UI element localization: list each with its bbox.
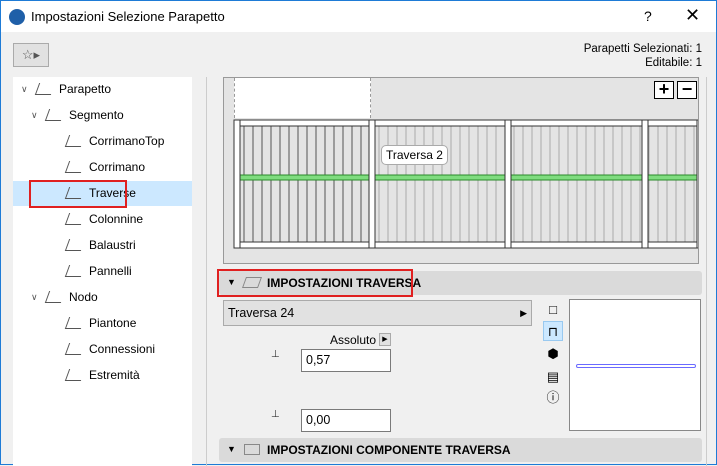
profile-value: Traversa 24 [228,306,295,320]
scrollbar[interactable] [706,77,707,466]
post [504,119,512,249]
offset-input[interactable]: 0,00 [301,409,391,432]
zoom-out-button[interactable]: − [677,80,697,99]
title-bar: Impostazioni Selezione Parapetto ? ✕ [1,1,716,32]
floor-plan-view-icon[interactable]: □ [543,300,563,320]
close-button[interactable]: ✕ [685,5,700,26]
settings-tree: ∨ Parapetto ∨ Segmento CorrimanoTop Corrimano… [13,77,192,466]
tree-item-label: Colonnine [89,212,144,226]
tree-item[interactable]: Estremità [13,363,192,388]
collapse-icon: ▼ [227,444,236,454]
zoom-in-button[interactable]: + [654,80,674,99]
tree-item[interactable]: Balaustri [13,233,192,258]
tree-item-icon [64,317,86,329]
tree-item[interactable]: Pannelli [13,259,192,284]
highlight-box [217,269,413,297]
profile-dropdown[interactable]: Traversa 24 ▶ [223,300,532,326]
bottom-rail [233,241,698,249]
tree-item-icon [64,161,86,173]
info-icon[interactable]: ⓘ [543,388,563,408]
post [641,119,649,249]
component-icon [244,444,260,455]
height-input[interactable]: 0,57 [301,349,391,372]
tree-item-label: Nodo [69,290,98,304]
tree-item-icon [64,265,86,277]
tree-item-label: Estremità [89,368,140,382]
window-title: Impostazioni Selezione Parapetto [31,9,225,24]
post [368,119,376,249]
section-header-componente[interactable]: ▼ IMPOSTAZIONI COMPONENTE TRAVERSA [219,438,702,462]
star-icon: ☆▸ [21,47,41,62]
tree-item-icon [44,109,66,121]
tree-item[interactable]: Connessioni [13,337,192,362]
app-icon [9,9,25,25]
rail-tooltip: Traversa 2 [381,145,448,165]
rail-preview[interactable]: + − Traversa 2 [223,77,699,264]
tree-item-icon [64,369,86,381]
selected-count: Parapetti Selezionati: 1 [583,43,702,55]
divider [206,77,207,466]
editable-count: Editabile: 1 [645,57,702,69]
tree-item[interactable]: ∨ Parapetto [13,77,192,102]
tree-item[interactable]: Corrimano [13,155,192,180]
help-button[interactable]: ? [644,8,652,24]
rail-drawing [233,119,698,249]
chevron-down-icon: ∨ [21,84,28,94]
selected-rail [233,174,698,181]
tree-item-label: Segmento [69,108,124,122]
tree-item-icon [34,83,56,95]
mode-label: Assoluto [330,333,377,347]
tree-item-icon [64,135,86,147]
elevation-view-icon[interactable]: ⊓ [543,321,563,341]
tree-item-label: Pannelli [89,264,132,278]
tree-item-label: Balaustri [89,238,136,252]
tree-item-icon [64,343,86,355]
mode-menu-button[interactable]: ▶ [379,333,391,346]
tree-item-label: Corrimano [89,160,146,174]
chevron-down-icon: ∨ [31,292,38,302]
tree-item-icon [64,239,86,251]
highlight-box [29,180,127,208]
tree-item-icon [64,213,86,225]
post [233,119,241,249]
tree-item[interactable]: CorrimanoTop [13,129,192,154]
3d-view-icon[interactable]: ⬢ [543,344,563,364]
tree-item[interactable]: Colonnine [13,207,192,232]
offset-icon: ⊥ [271,409,280,420]
chevron-right-icon: ▶ [520,308,527,318]
tree-item-label: Parapetto [59,82,112,96]
section-view-icon[interactable]: ▤ [543,367,563,387]
tree-item[interactable]: ∨ Nodo [13,285,192,310]
chevron-down-icon: ∨ [31,110,38,120]
tree-item-label: CorrimanoTop [89,134,165,148]
favorites-button[interactable]: ☆▸ [13,43,49,67]
post [696,119,698,249]
height-icon: ⊥ [271,349,280,360]
profile-preview [569,299,701,431]
top-rail [233,119,698,127]
profile-shape [576,364,696,368]
tree-item-label: Connessioni [89,342,156,356]
tree-item[interactable]: Piantone [13,311,192,336]
section-title: IMPOSTAZIONI COMPONENTE TRAVERSA [267,443,511,457]
tree-item-icon [44,291,66,303]
tree-item[interactable]: ∨ Segmento [13,103,192,128]
tree-item-label: Piantone [89,316,137,330]
